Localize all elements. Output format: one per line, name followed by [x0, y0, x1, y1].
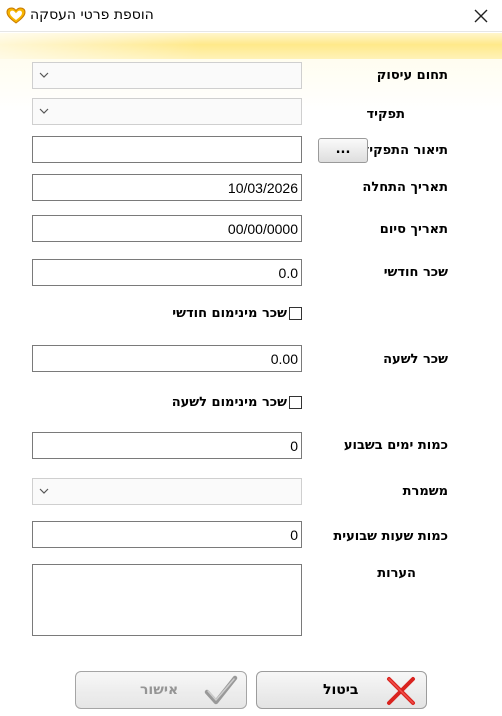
- role-description-label: תיאור התפקיד: [361, 143, 448, 158]
- hourly-wage-input[interactable]: 0.00: [32, 345, 302, 372]
- cancel-button[interactable]: ביטול: [256, 671, 427, 709]
- red-x-icon: [387, 677, 415, 705]
- role-select[interactable]: [32, 98, 302, 125]
- chevron-down-icon: [39, 488, 49, 494]
- start-date-label: תאריך התחלה: [362, 180, 448, 195]
- approve-button-label: אישור: [140, 682, 179, 698]
- weekly-hours-label: כמות שעות שבועית: [333, 529, 448, 544]
- role-description-browse-button[interactable]: ...: [318, 138, 368, 163]
- min-hourly-wage-checkbox[interactable]: [289, 396, 302, 409]
- employment-domain-select[interactable]: [32, 62, 302, 89]
- role-description-input[interactable]: [32, 136, 302, 163]
- monthly-salary-label: שכר חודשי: [383, 265, 448, 280]
- checkmark-icon: [204, 675, 238, 705]
- end-date-label: תאריך סיום: [379, 222, 448, 237]
- heart-logo-icon: [6, 7, 26, 24]
- monthly-salary-input[interactable]: 0.0: [32, 259, 302, 286]
- chevron-down-icon: [39, 108, 49, 114]
- shift-label: משמרת: [402, 484, 448, 499]
- hourly-wage-label: שכר לשעה: [383, 352, 448, 367]
- role-label: תפקיד: [366, 107, 405, 122]
- close-icon: [474, 9, 488, 23]
- start-date-input[interactable]: 10/03/2026: [32, 174, 302, 201]
- days-per-week-input[interactable]: 0: [32, 432, 302, 459]
- weekly-hours-input[interactable]: 0: [32, 521, 302, 548]
- approve-button[interactable]: אישור: [75, 671, 247, 709]
- window-title: הוספת פרטי העסקה: [30, 7, 154, 23]
- notes-textarea[interactable]: [32, 564, 302, 636]
- close-button[interactable]: [468, 3, 494, 29]
- cancel-button-label: ביטול: [323, 682, 359, 698]
- title-bar: הוספת פרטי העסקה: [0, 0, 502, 32]
- min-monthly-salary-label: שכר מינימום חודשי: [172, 306, 287, 321]
- chevron-down-icon: [39, 72, 49, 78]
- shift-select[interactable]: [32, 478, 302, 505]
- min-hourly-wage-checkbox-row[interactable]: שכר מינימום לשעה: [172, 395, 302, 410]
- header-band: [0, 33, 502, 59]
- days-per-week-label: כמות ימים בשבוע: [343, 438, 448, 453]
- end-date-input[interactable]: 00/00/0000: [32, 215, 302, 242]
- min-hourly-wage-label: שכר מינימום לשעה: [171, 395, 287, 410]
- employment-domain-label: תחום עיסוק: [376, 68, 448, 83]
- notes-label: הערות: [377, 566, 416, 581]
- min-monthly-salary-checkbox-row[interactable]: שכר מינימום חודשי: [172, 306, 302, 321]
- min-monthly-salary-checkbox[interactable]: [289, 307, 302, 320]
